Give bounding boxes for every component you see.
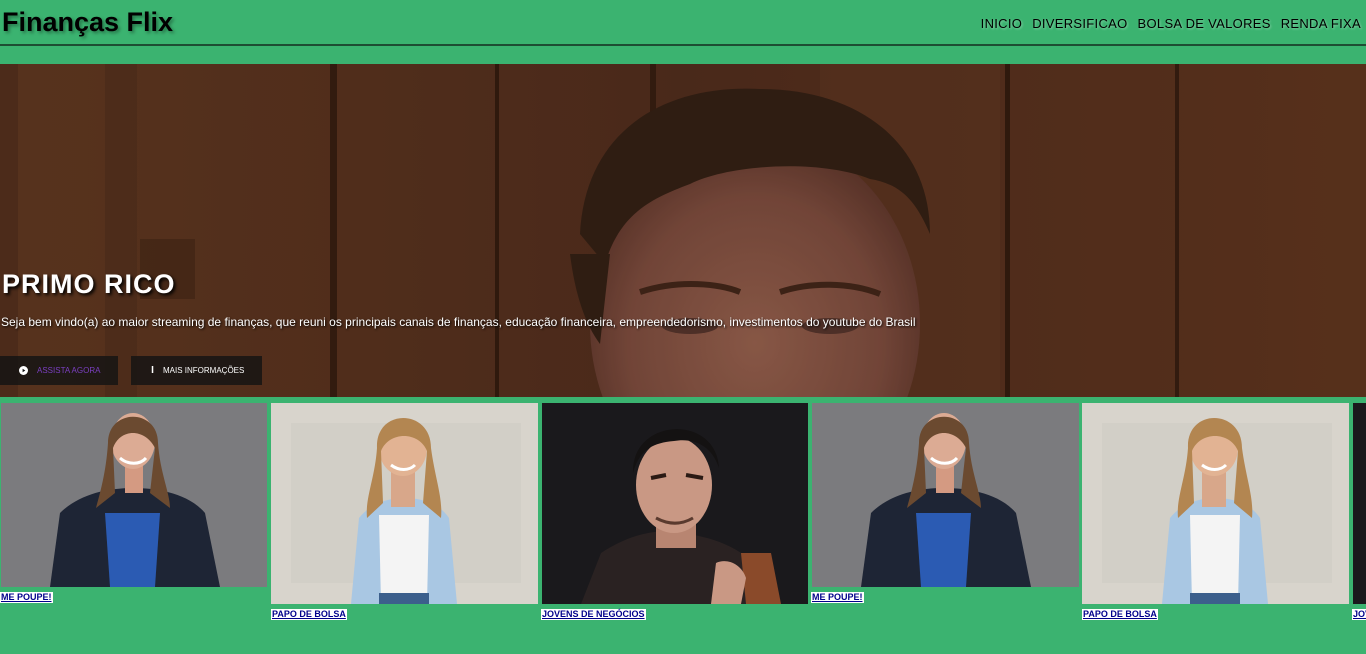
channel-thumbnail[interactable]	[0, 403, 267, 587]
channel-link[interactable]: PAPO DE BOLSA	[1082, 609, 1158, 620]
channel-thumbnail[interactable]	[811, 403, 1079, 587]
more-info-button[interactable]: i MAIS INFORMAÇÕES	[131, 356, 262, 385]
channel-link[interactable]: JOVENS DE NEGÓCIOS	[1352, 609, 1366, 620]
main-nav: INICIO DIVERSIFICAO BOLSA DE VALORES REN…	[981, 16, 1361, 31]
channel-card[interactable]: JOVENS DE NEGÓCIOS	[541, 403, 809, 622]
channel-card[interactable]: PAPO DE BOLSA	[271, 403, 539, 622]
channel-link[interactable]: ME POUPE!	[811, 592, 864, 603]
site-title[interactable]: Finanças Flix	[2, 6, 173, 38]
hero-banner: PRIMO RICO Seja bem vindo(a) ao maior st…	[0, 64, 1366, 397]
channel-link[interactable]: PAPO DE BOLSA	[271, 609, 347, 620]
channel-link[interactable]: JOVENS DE NEGÓCIOS	[541, 609, 646, 620]
channel-card[interactable]: ME POUPE!	[811, 403, 1079, 605]
channel-card[interactable]: ME POUPE!	[0, 403, 268, 605]
info-icon: i	[151, 365, 154, 376]
channel-thumbnail[interactable]	[1352, 403, 1366, 604]
channel-link[interactable]: ME POUPE!	[0, 592, 53, 603]
channel-thumbnail[interactable]	[1082, 403, 1349, 604]
channel-thumbnail[interactable]	[541, 403, 808, 604]
hero-title: PRIMO RICO	[2, 269, 176, 299]
nav-link-bolsa-de-valores[interactable]: BOLSA DE VALORES	[1138, 16, 1271, 31]
more-info-label: MAIS INFORMAÇÕES	[163, 366, 245, 375]
channel-card[interactable]: PAPO DE BOLSA	[1082, 403, 1350, 622]
nav-link-renda-fixa[interactable]: RENDA FIXA	[1281, 16, 1361, 31]
play-circle-icon	[19, 366, 28, 375]
watch-now-label: ASSISTA AGORA	[37, 366, 101, 375]
nav-link-diversificacao[interactable]: DIVERSIFICAO	[1032, 16, 1127, 31]
nav-link-inicio[interactable]: INICIO	[981, 16, 1023, 31]
channel-row: ME POUPE! PAPO DE BOLSA JOVENS DE NEGÓCI…	[0, 403, 1366, 633]
hero-description: Seja bem vindo(a) ao maior streaming de …	[1, 315, 916, 329]
channel-card[interactable]: JOVENS DE NEGÓCIOS	[1352, 403, 1366, 622]
hero-background-image	[0, 64, 1366, 397]
watch-now-button[interactable]: ASSISTA AGORA	[0, 356, 118, 385]
site-header: Finanças Flix INICIO DIVERSIFICAO BOLSA …	[0, 0, 1366, 46]
channel-thumbnail[interactable]	[271, 403, 538, 604]
